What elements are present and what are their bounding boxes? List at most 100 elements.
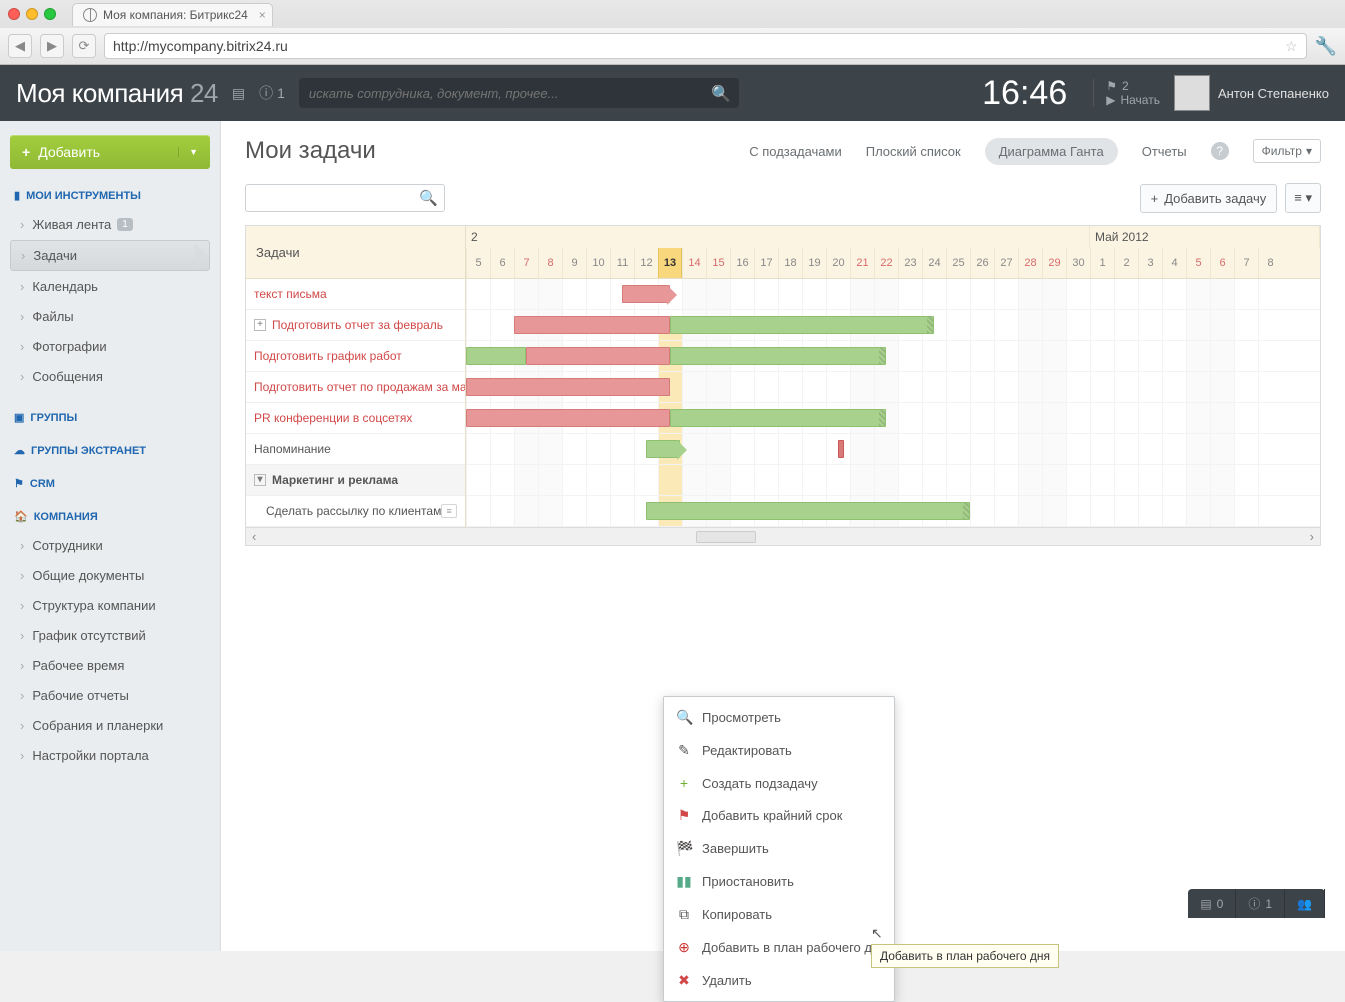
view-subtasks[interactable]: С подзадачами [749, 144, 842, 159]
gantt-bar[interactable] [466, 378, 670, 396]
settings-wrench-icon[interactable]: 🔧 [1315, 36, 1337, 57]
search-icon[interactable]: 🔍 [711, 84, 731, 104]
task-row[interactable]: PR конференции в соцсетях [246, 403, 465, 434]
group-company: 🏠КОМПАНИЯ [14, 510, 210, 523]
plus-icon: + [22, 144, 30, 160]
close-window-icon[interactable] [8, 8, 20, 20]
help-icon[interactable]: ? [1211, 142, 1229, 160]
scrollbar-thumb[interactable] [696, 531, 756, 543]
sidebar-item-calendar[interactable]: Календарь [10, 272, 210, 301]
task-row[interactable]: ▾Маркетинг и реклама [246, 465, 465, 496]
search-input[interactable] [299, 78, 739, 108]
sidebar-item-absence[interactable]: График отсутствий [10, 621, 210, 650]
day-cell: 29 [1042, 248, 1066, 278]
task-row[interactable]: +Подготовить отчет за февраль [246, 310, 465, 341]
search-icon[interactable]: 🔍 [419, 189, 438, 207]
gantt-bar[interactable] [514, 316, 670, 334]
filter-button[interactable]: Фильтр ▾ [1253, 139, 1321, 163]
sidebar-item-files[interactable]: Файлы [10, 302, 210, 331]
footer-messages[interactable]: ▤ 0 [1188, 889, 1236, 918]
day-cell: 16 [730, 248, 754, 278]
sidebar-item-shared-docs[interactable]: Общие документы [10, 561, 210, 590]
back-button[interactable]: ◀ [8, 34, 32, 58]
footer-info[interactable]: ⓘ 1 [1236, 889, 1285, 918]
magnifier-icon: 🔍 [676, 709, 692, 726]
view-reports[interactable]: Отчеты [1142, 144, 1187, 159]
bookmark-icon[interactable]: ☆ [1285, 38, 1298, 55]
ctx-pause[interactable]: ▮▮Приостановить [664, 865, 894, 898]
row-menu-icon[interactable]: ≡ [441, 504, 457, 518]
add-task-button[interactable]: +Добавить задачу [1140, 184, 1278, 213]
group-crm: ⚑CRM [14, 477, 210, 490]
task-row[interactable]: Напоминание [246, 434, 465, 465]
sidebar-item-worktime[interactable]: Рабочее время [10, 651, 210, 680]
maximize-window-icon[interactable] [44, 8, 56, 20]
task-row[interactable]: Сделать рассылку по клиентам≡ [246, 496, 465, 527]
gantt-bar[interactable] [646, 440, 680, 458]
sidebar-item-messages[interactable]: Сообщения [10, 362, 210, 391]
gantt-bar[interactable] [670, 316, 934, 334]
minimize-window-icon[interactable] [26, 8, 38, 20]
sidebar-item-settings[interactable]: Настройки портала [10, 741, 210, 770]
ctx-edit[interactable]: ✎Редактировать [664, 734, 894, 767]
bar-row [466, 496, 1320, 527]
user-block[interactable]: Антон Степаненко [1174, 75, 1329, 111]
ctx-view[interactable]: 🔍Просмотреть [664, 701, 894, 734]
sidebar-item-workreports[interactable]: Рабочие отчеты [10, 681, 210, 710]
sidebar-item-structure[interactable]: Структура компании [10, 591, 210, 620]
ctx-copy[interactable]: ⧉Копировать [664, 898, 894, 931]
footer-users-icon[interactable]: 👥 [1285, 889, 1325, 918]
sidebar-item-employees[interactable]: Сотрудники [10, 531, 210, 560]
task-row[interactable]: Подготовить отчет по продажам за ма [246, 372, 465, 403]
chevron-down-icon[interactable]: ▼ [178, 147, 198, 157]
ctx-add-plan[interactable]: ⊕Добавить в план рабочего д [664, 931, 894, 964]
sidebar-item-photos[interactable]: Фотографии [10, 332, 210, 361]
bookmark-icon: ▮ [14, 189, 20, 202]
gantt-scrollbar[interactable] [246, 527, 1320, 545]
address-bar[interactable]: http://mycompany.bitrix24.ru ☆ [104, 33, 1307, 59]
browser-chrome: Моя компания: Битрикс24 × ◀ ▶ ⟳ http://m… [0, 0, 1345, 65]
avatar [1174, 75, 1210, 111]
browser-tab[interactable]: Моя компания: Битрикс24 × [72, 3, 273, 26]
forward-button[interactable]: ▶ [40, 34, 64, 58]
ctx-subtask[interactable]: +Создать подзадачу [664, 767, 894, 799]
close-tab-icon[interactable]: × [259, 8, 266, 22]
gantt-bar[interactable] [526, 347, 670, 365]
task-search-input[interactable] [252, 191, 419, 205]
start-workday[interactable]: ▶ Начать [1106, 93, 1160, 107]
gantt-bar[interactable] [622, 285, 670, 303]
day-cell: 3 [1138, 248, 1162, 278]
info-counter[interactable]: ⓘ 1 [259, 83, 285, 103]
logo[interactable]: Моя компания 24 [16, 78, 218, 109]
ctx-complete[interactable]: 🏁Завершить [664, 832, 894, 865]
task-row[interactable]: Подготовить график работ [246, 341, 465, 372]
gantt-bar[interactable] [466, 409, 670, 427]
list-options-button[interactable]: ≡ ▾ [1285, 183, 1321, 213]
task-row[interactable]: текст письма [246, 279, 465, 310]
sidebar-item-tasks[interactable]: Задачи [10, 240, 210, 271]
url-text: http://mycompany.bitrix24.ru [113, 38, 288, 54]
messenger-icon[interactable]: ▤ [232, 85, 245, 102]
add-button[interactable]: + Добавить ▼ [10, 135, 210, 169]
expander-icon[interactable]: + [254, 319, 266, 331]
ctx-delete[interactable]: ✖Удалить [664, 964, 894, 997]
sidebar-item-meetings[interactable]: Собрания и планерки [10, 711, 210, 740]
reload-button[interactable]: ⟳ [72, 34, 96, 58]
view-gantt[interactable]: Диаграмма Ганта [985, 138, 1118, 165]
gantt-bars-area [466, 279, 1320, 527]
day-cell: 28 [1018, 248, 1042, 278]
gantt-bar[interactable] [838, 440, 844, 458]
flag-count: 2 [1122, 79, 1129, 93]
expander-icon[interactable]: ▾ [254, 474, 266, 486]
day-cell: 18 [778, 248, 802, 278]
gantt-bar[interactable] [466, 347, 526, 365]
flags-row[interactable]: ⚑ 2 [1106, 79, 1160, 93]
day-cell: 10 [586, 248, 610, 278]
gantt-bar[interactable] [646, 502, 970, 520]
view-flat[interactable]: Плоский список [866, 144, 961, 159]
sidebar-item-feed[interactable]: Живая лента1 [10, 210, 210, 239]
gantt-bar[interactable] [670, 409, 886, 427]
window-controls[interactable] [8, 8, 56, 20]
ctx-deadline[interactable]: ⚑Добавить крайний срок [664, 799, 894, 832]
gantt-bar[interactable] [670, 347, 886, 365]
